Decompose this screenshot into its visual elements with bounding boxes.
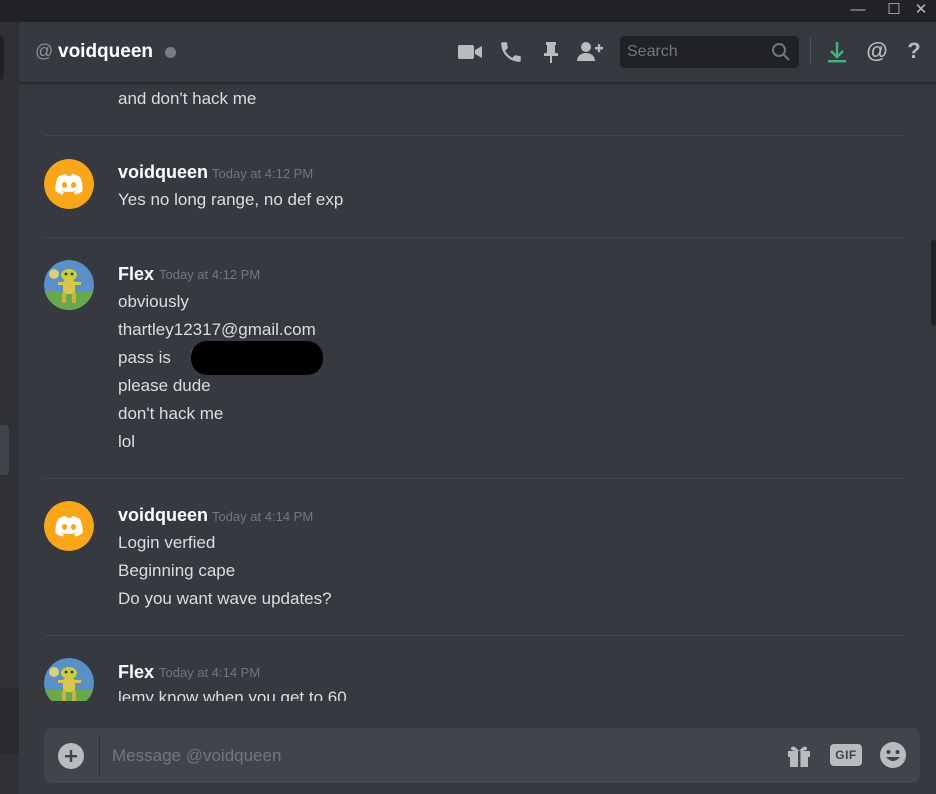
composer-divider <box>99 736 100 776</box>
redaction-mark <box>191 341 323 375</box>
message-text: don't hack me <box>118 404 224 423</box>
emoji-icon[interactable] <box>878 740 908 770</box>
message-divider <box>44 635 904 636</box>
dm-username[interactable]: voidqueen <box>58 40 153 64</box>
avatar[interactable] <box>44 260 94 310</box>
avatar[interactable] <box>44 159 94 209</box>
message-timestamp: Today at 4:14 PM <box>159 665 261 680</box>
message-text: obviously <box>118 292 189 311</box>
close-window-button[interactable]: ✕ <box>908 0 934 22</box>
search-input[interactable] <box>627 36 767 68</box>
message-list[interactable]: and don't hack me voidqueen Today at 4:1… <box>19 83 936 701</box>
message-text: lemy know when you get to 60 <box>118 688 347 701</box>
search-icon[interactable] <box>770 41 792 63</box>
window-title-bar: — ☐ ✕ <box>0 0 936 22</box>
sidebar-strip <box>0 22 19 794</box>
message-timestamp: Today at 4:14 PM <box>212 509 314 524</box>
help-icon[interactable]: ? <box>901 39 927 65</box>
message-input[interactable] <box>112 728 712 783</box>
pin-icon[interactable] <box>538 39 564 65</box>
avatar[interactable] <box>44 658 94 701</box>
status-indicator <box>165 47 176 58</box>
mention-icon[interactable]: @ <box>864 39 890 65</box>
message-text: Yes no long range, no def exp <box>118 190 344 209</box>
at-icon: @ <box>35 41 54 61</box>
message-author[interactable]: Flex <box>118 263 154 285</box>
message-timestamp: Today at 4:12 PM <box>159 267 261 282</box>
gif-button[interactable]: GIF <box>830 744 862 766</box>
message-text: Do you want wave updates? <box>118 589 332 608</box>
message-composer: GIF <box>44 728 920 783</box>
message-author[interactable]: voidqueen <box>118 504 208 526</box>
message-text: please dude <box>118 376 211 395</box>
minimize-button[interactable]: — <box>845 0 871 22</box>
video-call-icon[interactable] <box>457 39 483 65</box>
avatar[interactable] <box>44 501 94 551</box>
message-text: Login verfied <box>118 533 216 552</box>
search-box[interactable] <box>620 36 799 68</box>
sidebar-tab[interactable] <box>0 36 4 80</box>
message-author[interactable]: Flex <box>118 661 154 683</box>
gift-icon[interactable] <box>785 742 813 770</box>
message-text: and don't hack me <box>118 89 257 108</box>
header-divider <box>810 38 811 64</box>
message-timestamp: Today at 4:12 PM <box>212 166 314 181</box>
message-text: thartley12317@gmail.com <box>118 320 316 339</box>
add-friend-icon[interactable] <box>576 39 603 65</box>
message-divider <box>44 135 904 136</box>
message-divider <box>44 478 904 479</box>
add-attachment-icon[interactable] <box>58 743 84 769</box>
voice-call-icon[interactable] <box>498 39 524 65</box>
message-divider <box>44 237 904 238</box>
maximize-button[interactable]: ☐ <box>881 0 907 22</box>
sidebar-user-panel <box>0 688 19 754</box>
message-text: pass is <box>118 348 171 367</box>
channel-header: @ voidqueen @ ? <box>19 22 936 83</box>
sidebar-scroll-indicator[interactable] <box>0 425 9 475</box>
message-text: lol <box>118 432 136 451</box>
message-text: Beginning cape <box>118 561 236 580</box>
message-scrollbar[interactable] <box>931 240 936 326</box>
message-author[interactable]: voidqueen <box>118 161 208 183</box>
download-icon[interactable] <box>824 39 850 65</box>
